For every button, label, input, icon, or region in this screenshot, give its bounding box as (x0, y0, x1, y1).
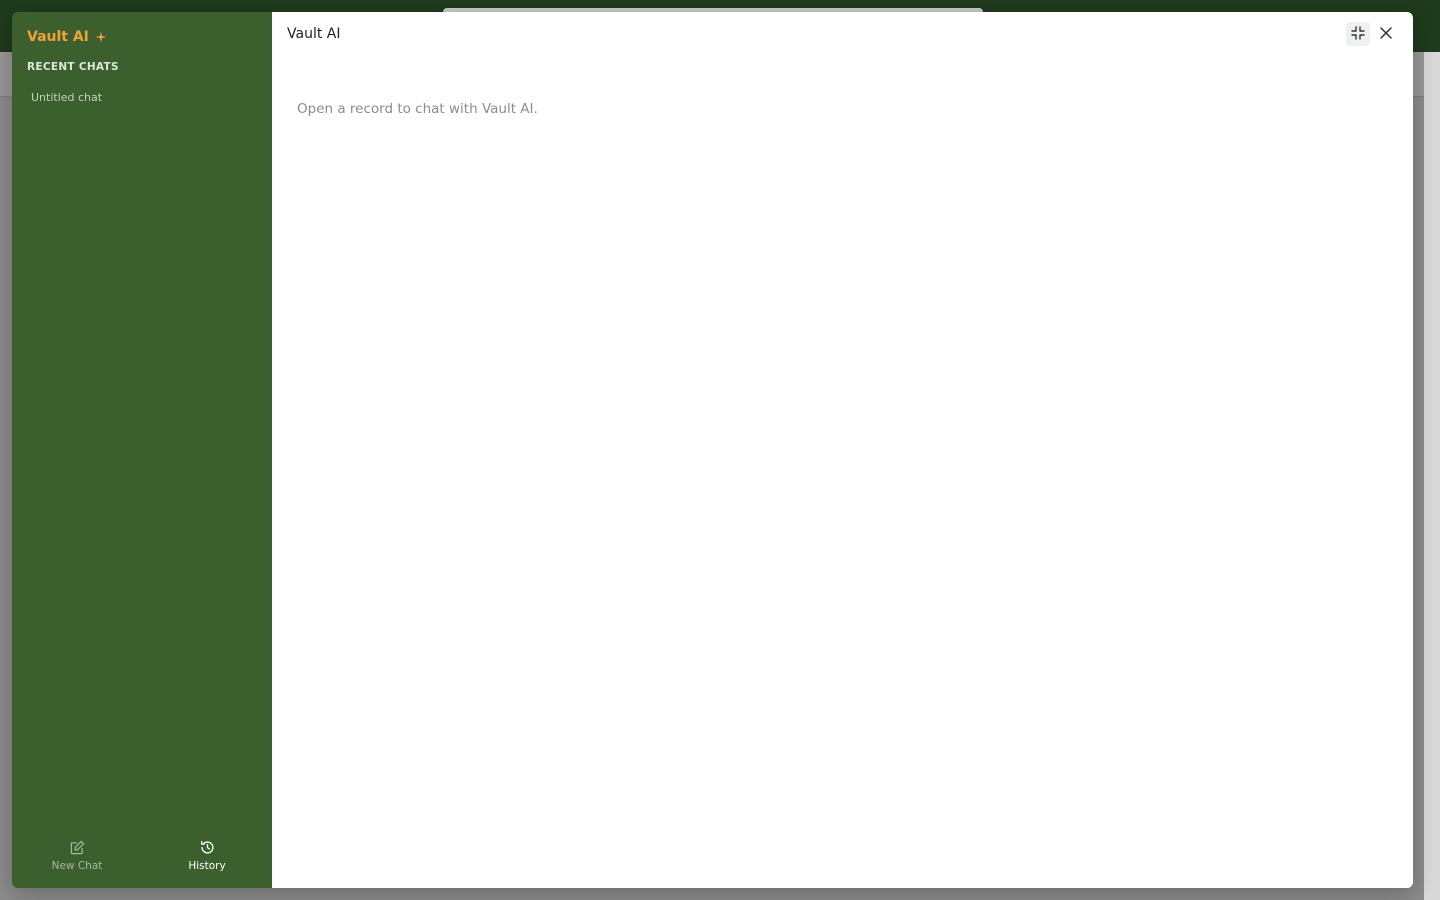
empty-state-message: Open a record to chat with Vault AI. (297, 101, 538, 117)
sparkle-icon (95, 31, 107, 43)
panel-title: Vault AI (287, 26, 341, 42)
window-controls (1346, 22, 1398, 46)
brand-label: Vault AI (27, 29, 89, 45)
brand: Vault AI (27, 27, 107, 47)
sidebar: Vault AI RECENT CHATS Untitled chat New … (12, 12, 272, 888)
minimize-button[interactable] (1346, 22, 1370, 46)
chat-main-panel: Vault AI Open a record to chat with Vaul… (272, 12, 1413, 888)
history-button[interactable]: History (142, 824, 272, 888)
sidebar-footer: New Chat History (12, 824, 272, 888)
background-scrollbar (1424, 52, 1440, 900)
new-chat-label: New Chat (51, 860, 103, 872)
chat-item-label: Untitled chat (31, 90, 103, 104)
close-icon (1379, 25, 1393, 44)
chat-list-item[interactable]: Untitled chat (27, 86, 257, 108)
close-button[interactable] (1374, 22, 1398, 46)
edit-icon (70, 840, 85, 855)
new-chat-button[interactable]: New Chat (12, 824, 142, 888)
history-label: History (188, 860, 226, 872)
minimize-icon (1351, 25, 1365, 44)
vault-ai-modal: Vault AI RECENT CHATS Untitled chat New … (12, 12, 1413, 888)
history-icon (200, 840, 215, 855)
recent-chats-label: RECENT CHATS (27, 61, 119, 73)
